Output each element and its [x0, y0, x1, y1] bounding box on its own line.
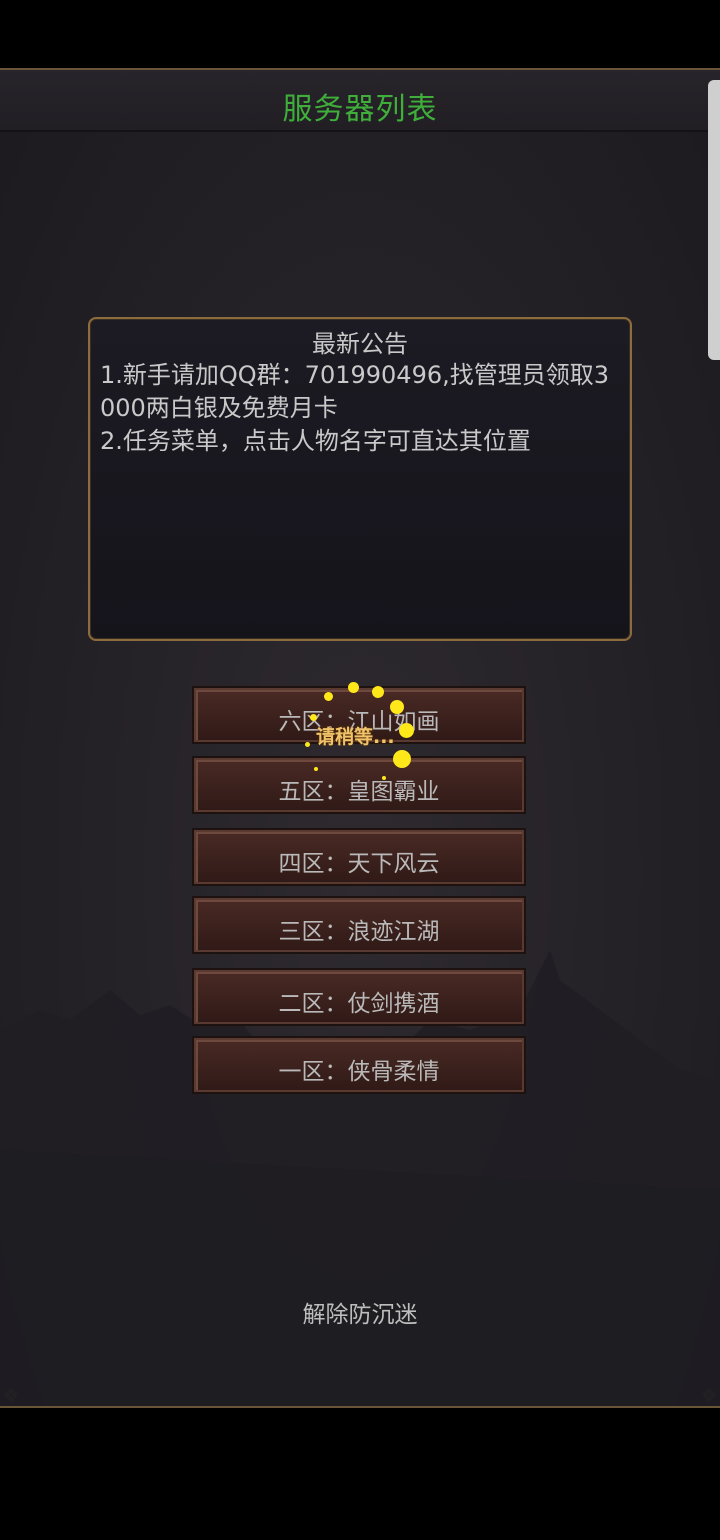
server-button-label: 一区：侠骨柔情 — [278, 1059, 440, 1085]
page-title: 服务器列表 — [282, 92, 438, 127]
announcement-body: 1.新手请加QQ群：701990496,找管理员领取3000两白银及免费月卡 2… — [100, 359, 624, 458]
server-button-4[interactable]: 四区：天下风云 — [192, 828, 526, 886]
anti-addiction-button[interactable]: 解除防沉迷 — [0, 1295, 720, 1329]
server-list-panel: ❖ ❖ ❖ ❖ 服务器列表 最新公告 1.新手请加QQ群：701990496,找… — [0, 68, 720, 1408]
server-button-3[interactable]: 三区：浪迹江湖 — [192, 896, 526, 954]
loading-text: 请稍等... — [316, 726, 395, 748]
server-button-label: 四区：天下风云 — [278, 851, 440, 877]
title-bar: 服务器列表 — [0, 70, 720, 132]
announcement-line: 2.任务菜单，点击人物名字可直达其位置 — [100, 427, 531, 455]
scrollbar[interactable] — [708, 80, 720, 360]
announcement-box: 最新公告 1.新手请加QQ群：701990496,找管理员领取3000两白银及免… — [88, 317, 632, 641]
announcement-title: 最新公告 — [312, 330, 408, 358]
announcement-line: 1.新手请加QQ群：701990496,找管理员领取3000两白银及免费月卡 — [100, 361, 610, 422]
server-button-label: 三区：浪迹江湖 — [278, 919, 440, 945]
server-button-1[interactable]: 一区：侠骨柔情 — [192, 1036, 526, 1094]
server-button-2[interactable]: 二区：仗剑携酒 — [192, 968, 526, 1026]
server-button-label: 二区：仗剑携酒 — [278, 991, 440, 1017]
